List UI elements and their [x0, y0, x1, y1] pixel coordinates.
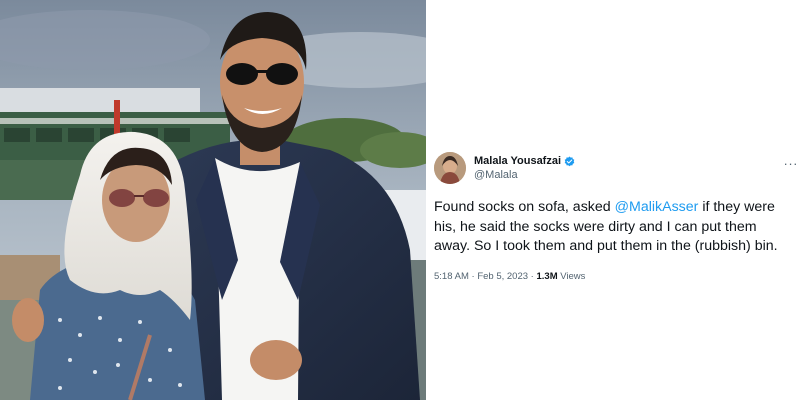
photo-illustration: [0, 0, 426, 400]
author-handle[interactable]: @Malala: [474, 168, 794, 182]
couple-photo: [0, 0, 426, 400]
avatar-image: [434, 152, 466, 184]
mention-link[interactable]: @MalikAsser: [615, 199, 699, 215]
tweet-meta: 5:18 AM · Feb 5, 2023 · 1.3M Views: [434, 271, 794, 282]
tweet-text: Found socks on sofa, asked @MalikAsser i…: [434, 198, 794, 257]
meta-separator-2: ·: [530, 270, 534, 282]
avatar[interactable]: [434, 152, 466, 184]
tweet-time[interactable]: 5:18 AM: [434, 271, 469, 282]
verified-badge-icon: [564, 156, 575, 167]
more-options-icon[interactable]: ···: [784, 156, 799, 171]
author-names: Malala Yousafzai @Malala: [474, 154, 794, 182]
tweet-date[interactable]: Feb 5, 2023: [477, 271, 528, 282]
tweet-card[interactable]: Malala Yousafzai @Malala ··· Found socks…: [434, 150, 798, 282]
tweet-text-part-1: Found socks on sofa, asked: [434, 199, 615, 215]
meta-separator: ·: [471, 270, 475, 282]
display-name-row: Malala Yousafzai: [474, 154, 794, 168]
composite-image: Malala Yousafzai @Malala ··· Found socks…: [0, 0, 800, 400]
views-count: 1.3M: [536, 270, 558, 282]
tweet-pane: Malala Yousafzai @Malala ··· Found socks…: [426, 0, 800, 400]
tweet-header: Malala Yousafzai @Malala ···: [434, 150, 798, 186]
display-name[interactable]: Malala Yousafzai: [474, 154, 561, 168]
views-label: Views: [560, 270, 586, 282]
